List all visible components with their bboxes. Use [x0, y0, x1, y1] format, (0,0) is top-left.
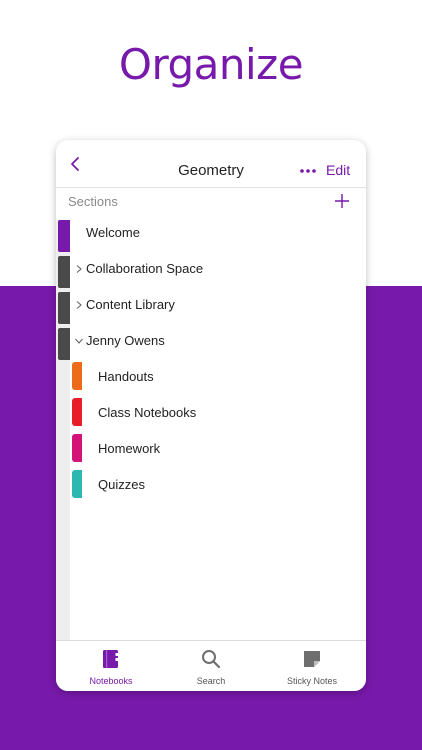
- chevron-left-icon: [71, 157, 79, 171]
- ellipsis-icon: [300, 169, 316, 173]
- section-label: Welcome: [86, 225, 140, 240]
- chevron-right-icon[interactable]: [74, 300, 84, 310]
- section-item-class-notebooks[interactable]: Class Notebooks: [70, 395, 366, 431]
- edit-button[interactable]: Edit: [326, 162, 350, 178]
- notebook-icon: [103, 650, 119, 668]
- chevron-down-icon[interactable]: [74, 336, 84, 346]
- back-button[interactable]: [66, 154, 86, 174]
- tab-label: Notebooks: [89, 676, 133, 686]
- navigation-bar: Geometry Edit: [56, 140, 366, 188]
- search-icon: [202, 650, 221, 669]
- section-group-label: Collaboration Space: [86, 261, 204, 276]
- section-group-label: Jenny Owens: [86, 333, 165, 348]
- section-color-tab: [72, 362, 82, 390]
- add-section-button[interactable]: [333, 192, 351, 210]
- tab-notebooks[interactable]: Notebooks: [59, 641, 163, 691]
- sticky-note-icon: [304, 651, 320, 667]
- notebook-tab[interactable]: [58, 220, 70, 252]
- plus-icon: [335, 194, 349, 208]
- sections-header: Sections: [68, 194, 118, 209]
- section-group-collaboration-space[interactable]: Collaboration Space: [70, 251, 366, 287]
- page-title: Geometry: [178, 162, 244, 179]
- phone-screen: Geometry Edit Sections Welcome Collabora…: [56, 140, 366, 691]
- section-color-tab: [72, 398, 82, 426]
- headline: Organize: [118, 40, 304, 89]
- notebook-tab[interactable]: [58, 292, 70, 324]
- section-item-handouts[interactable]: Handouts: [70, 359, 366, 395]
- section-item-homework[interactable]: Homework: [70, 431, 366, 467]
- section-color-tab: [72, 434, 82, 462]
- section-label: Quizzes: [98, 477, 145, 492]
- section-item-welcome[interactable]: Welcome: [70, 215, 366, 251]
- tab-label: Sticky Notes: [286, 676, 337, 686]
- tab-label: Search: [196, 676, 226, 686]
- notebook-tab[interactable]: [58, 328, 70, 360]
- more-button[interactable]: [299, 162, 319, 176]
- section-group-label: Content Library: [86, 297, 175, 312]
- section-label: Homework: [98, 441, 161, 456]
- tab-search[interactable]: Search: [159, 641, 263, 691]
- section-item-quizzes[interactable]: Quizzes: [70, 467, 366, 503]
- section-label: Handouts: [98, 369, 154, 384]
- chevron-right-icon[interactable]: [74, 264, 84, 274]
- section-color-tab: [72, 470, 82, 498]
- section-label: Class Notebooks: [98, 405, 197, 420]
- section-group-jenny-owens[interactable]: Jenny Owens: [70, 323, 366, 359]
- tab-sticky-notes[interactable]: Sticky Notes: [260, 641, 364, 691]
- notebook-tab[interactable]: [58, 256, 70, 288]
- tab-bar: Notebooks Search Sticky Notes: [56, 640, 366, 691]
- notebook-strip: [56, 220, 70, 640]
- section-group-content-library[interactable]: Content Library: [70, 287, 366, 323]
